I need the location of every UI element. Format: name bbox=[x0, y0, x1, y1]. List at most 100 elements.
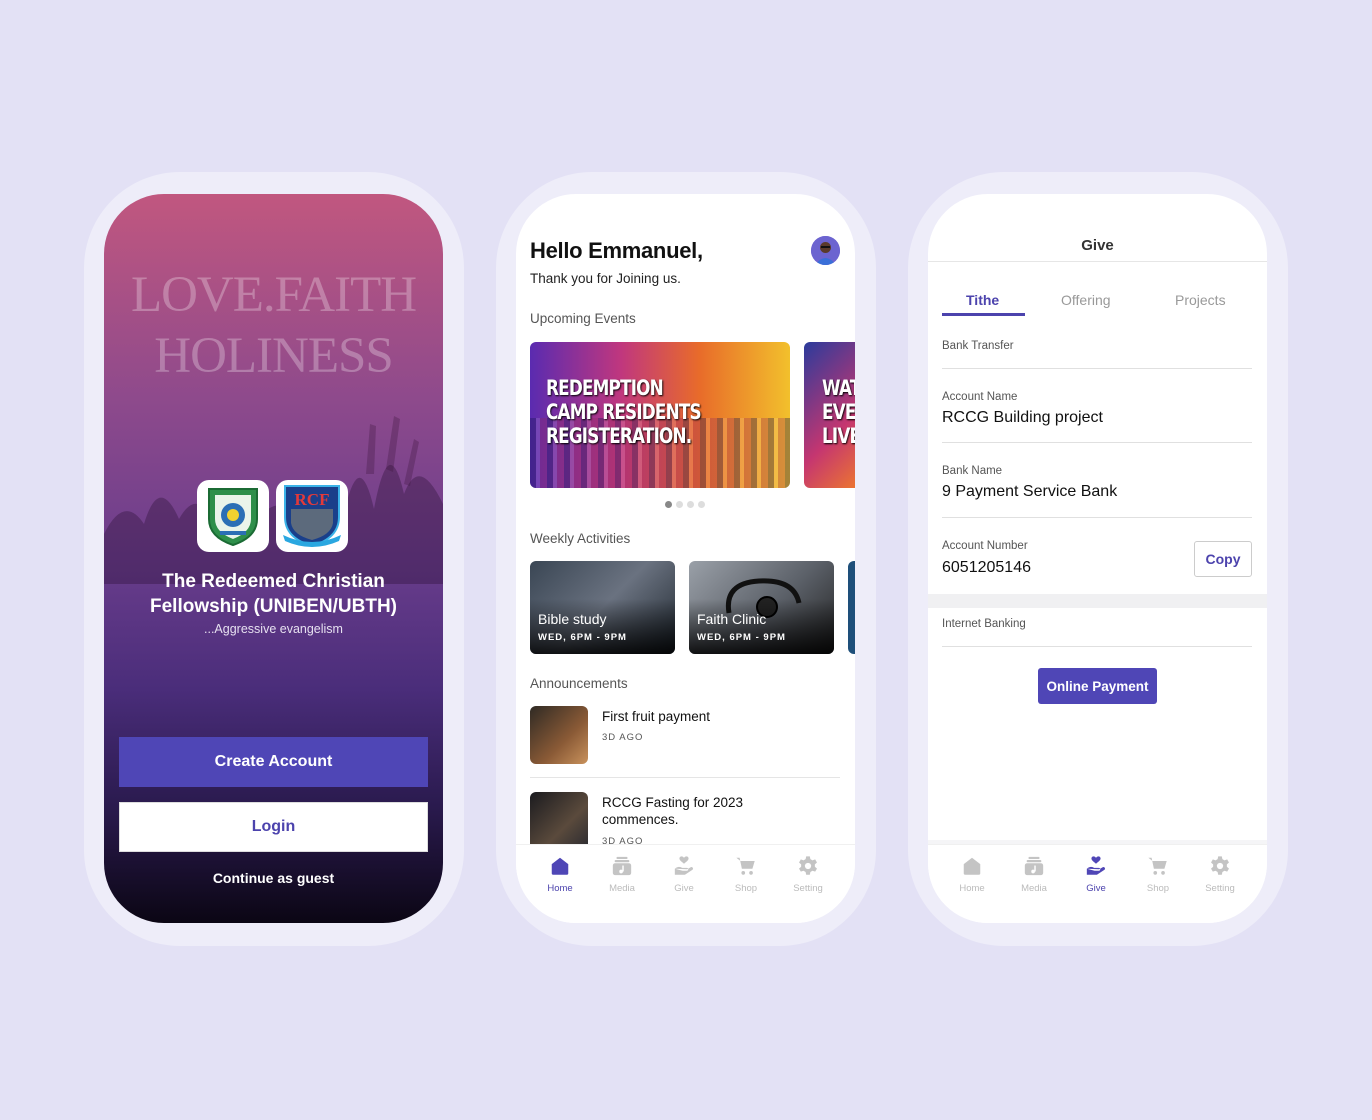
divider bbox=[942, 646, 1252, 647]
divider bbox=[942, 517, 1252, 518]
welcome-phone-frame: LOVE.FAITH HOLINESS RCF The Redeemed Chr… bbox=[84, 172, 464, 946]
copy-button[interactable]: Copy bbox=[1194, 541, 1252, 577]
create-account-button[interactable]: Create Account bbox=[119, 737, 428, 787]
cart-icon bbox=[735, 855, 757, 877]
fellowship-name: The Redeemed Christian Fellowship (UNIBE… bbox=[104, 569, 443, 619]
tab-label: Home bbox=[959, 883, 985, 894]
tab-label: Give bbox=[1086, 883, 1106, 894]
internet-banking-heading: Internet Banking bbox=[942, 618, 1026, 630]
announcement-thumbnail bbox=[530, 792, 588, 850]
activity-time: WED, 6PM - 9PM bbox=[538, 632, 627, 643]
announcement-thumbnail bbox=[530, 706, 588, 764]
tab-setting[interactable]: Setting bbox=[783, 855, 833, 894]
page-title: Give bbox=[1081, 237, 1114, 254]
tab-tithe[interactable]: Tithe bbox=[966, 292, 999, 308]
event-card-title: REDEMPTION CAMP RESIDENTS REGISTERATION. bbox=[546, 376, 702, 448]
tab-label: Give bbox=[674, 883, 694, 894]
account-number-value: 6051205146 bbox=[942, 559, 1031, 576]
greeting-subtitle: Thank you for Joining us. bbox=[530, 271, 681, 286]
gear-icon bbox=[1209, 855, 1231, 877]
account-name-value: RCCG Building project bbox=[942, 409, 1103, 426]
activity-time: WED, 6PM - 9PM bbox=[697, 632, 786, 643]
header-divider bbox=[928, 261, 1267, 262]
activity-card[interactable]: Faith Clinic WED, 6PM - 9PM bbox=[689, 561, 834, 654]
home-icon bbox=[549, 855, 571, 877]
announcement-title: First fruit payment bbox=[602, 709, 711, 724]
tab-label: Shop bbox=[734, 883, 758, 894]
tab-offering[interactable]: Offering bbox=[1061, 292, 1111, 308]
rcf-crest-logo: RCF bbox=[276, 480, 348, 552]
motto-line-1: LOVE.FAITH bbox=[130, 267, 417, 323]
carousel-dot[interactable] bbox=[687, 501, 694, 508]
login-button[interactable]: Login bbox=[119, 802, 428, 852]
divider bbox=[942, 442, 1252, 443]
event-card-title: WAT EVE LIVE bbox=[822, 376, 855, 448]
announcement-item[interactable]: RCCG Fasting for 2023 commences. 3D AGO bbox=[530, 792, 840, 852]
continue-as-guest-link[interactable]: Continue as guest bbox=[104, 870, 443, 886]
weekly-activities-heading: Weekly Activities bbox=[530, 531, 631, 546]
activity-card[interactable] bbox=[848, 561, 855, 654]
welcome-screen: LOVE.FAITH HOLINESS RCF The Redeemed Chr… bbox=[104, 194, 443, 923]
activity-title: Faith Clinic bbox=[697, 611, 767, 627]
activity-title: Bible study bbox=[538, 611, 607, 627]
tab-projects[interactable]: Projects bbox=[1175, 292, 1226, 308]
give-icon bbox=[673, 855, 695, 877]
worship-crowd-image bbox=[104, 416, 443, 584]
tab-shop[interactable]: Shop bbox=[1133, 855, 1183, 894]
section-separator bbox=[928, 594, 1267, 608]
bottom-tab-bar: Home Media Give Shop Setting bbox=[516, 844, 855, 923]
give-icon bbox=[1085, 855, 1107, 877]
tab-shop[interactable]: Shop bbox=[721, 855, 771, 894]
tab-give[interactable]: Give bbox=[1071, 855, 1121, 894]
account-number-label: Account Number bbox=[942, 540, 1028, 552]
fellowship-name-line-2: Fellowship (UNIBEN/UBTH) bbox=[150, 596, 397, 617]
cart-icon bbox=[1147, 855, 1169, 877]
tab-label: Media bbox=[1021, 883, 1047, 894]
announcement-item[interactable]: First fruit payment 3D AGO bbox=[530, 706, 840, 778]
divider bbox=[942, 368, 1252, 369]
event-card[interactable]: REDEMPTION CAMP RESIDENTS REGISTERATION. bbox=[530, 342, 790, 488]
announcements-heading: Announcements bbox=[530, 676, 628, 691]
carousel-dot[interactable] bbox=[698, 501, 705, 508]
account-name-label: Account Name bbox=[942, 391, 1018, 403]
fellowship-crest-logo bbox=[197, 480, 269, 552]
tab-home[interactable]: Home bbox=[947, 855, 997, 894]
tab-label: Setting bbox=[1205, 883, 1235, 894]
tab-label: Home bbox=[547, 883, 573, 894]
media-icon bbox=[611, 855, 633, 877]
online-payment-button[interactable]: Online Payment bbox=[1038, 668, 1157, 704]
give-phone-frame: Give Tithe Offering Projects Bank Transf… bbox=[908, 172, 1288, 946]
tab-label: Setting bbox=[793, 883, 823, 894]
user-avatar[interactable] bbox=[811, 236, 840, 265]
bottom-tab-bar: Home Media Give Shop Setting bbox=[928, 844, 1267, 923]
motto-line-2: HOLINESS bbox=[154, 328, 394, 384]
give-screen: Give Tithe Offering Projects Bank Transf… bbox=[928, 194, 1267, 923]
tab-media[interactable]: Media bbox=[1009, 855, 1059, 894]
carousel-dot[interactable] bbox=[676, 501, 683, 508]
bank-name-value: 9 Payment Service Bank bbox=[942, 483, 1118, 500]
announcement-title: RCCG Fasting for 2023 commences. bbox=[602, 795, 744, 827]
active-tab-indicator bbox=[942, 313, 1025, 316]
upcoming-events-heading: Upcoming Events bbox=[530, 311, 636, 326]
tab-setting[interactable]: Setting bbox=[1195, 855, 1245, 894]
carousel-dot[interactable] bbox=[665, 501, 672, 508]
fellowship-tagline: ...Aggressive evangelism bbox=[204, 622, 343, 636]
gear-icon bbox=[797, 855, 819, 877]
home-phone-frame: Hello Emmanuel, Thank you for Joining us… bbox=[496, 172, 876, 946]
rcf-logo-text: RCF bbox=[295, 490, 330, 509]
tab-home[interactable]: Home bbox=[535, 855, 585, 894]
home-icon bbox=[961, 855, 983, 877]
greeting-heading: Hello Emmanuel, bbox=[530, 238, 703, 263]
tab-label: Shop bbox=[1146, 883, 1170, 894]
media-icon bbox=[1023, 855, 1045, 877]
tab-label: Media bbox=[609, 883, 635, 894]
home-screen: Hello Emmanuel, Thank you for Joining us… bbox=[516, 194, 855, 923]
activity-card[interactable]: Bible study WED, 6PM - 9PM bbox=[530, 561, 675, 654]
carousel-indicator bbox=[665, 501, 705, 508]
announcement-time: 3D AGO bbox=[602, 732, 644, 743]
tab-give[interactable]: Give bbox=[659, 855, 709, 894]
fellowship-name-line-1: The Redeemed Christian bbox=[162, 571, 385, 592]
tab-media[interactable]: Media bbox=[597, 855, 647, 894]
event-card[interactable]: WAT EVE LIVE bbox=[804, 342, 855, 488]
bank-transfer-heading: Bank Transfer bbox=[942, 340, 1014, 352]
